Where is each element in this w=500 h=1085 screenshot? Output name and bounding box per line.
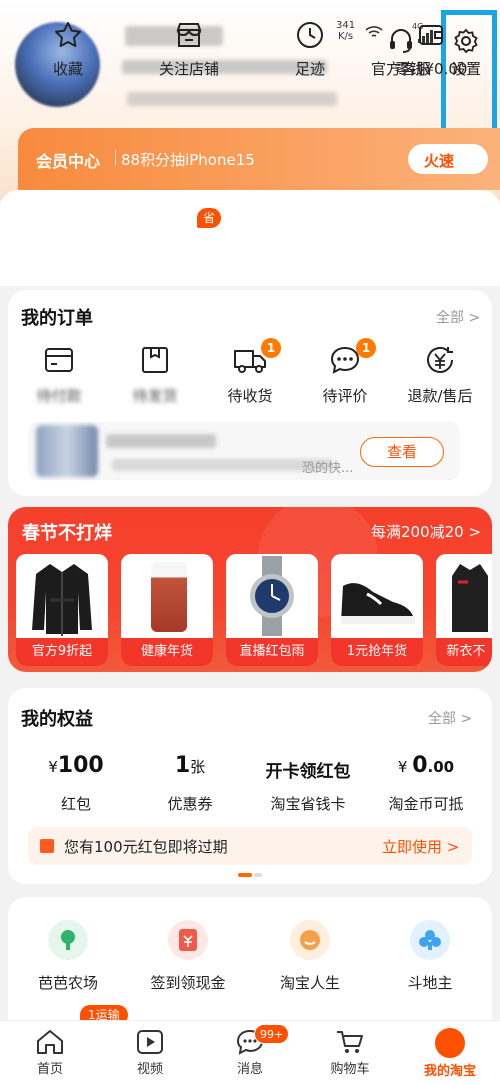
benefit-coupon[interactable]: 1张 优惠券	[130, 753, 250, 814]
comment-icon	[300, 345, 390, 375]
wallet-button[interactable]: 零钱¥0.00	[376, 20, 486, 79]
tab-cart[interactable]: 购物车	[310, 1028, 390, 1077]
receipt-count-badge: 1	[261, 338, 281, 358]
life-icon	[290, 920, 330, 960]
followed-shops-button[interactable]: 关注店铺	[134, 20, 244, 79]
truck-icon	[205, 345, 295, 375]
watch-image	[250, 556, 294, 636]
star-icon	[13, 20, 123, 50]
game-sign-in-cash[interactable]: 签到领现金	[128, 920, 248, 993]
my-taobao-icon	[435, 1028, 465, 1058]
message-count-badge: 99+	[254, 1024, 290, 1044]
favorites-button[interactable]: 收藏	[13, 20, 123, 79]
jacket-image	[452, 564, 488, 632]
refund-icon	[395, 345, 485, 375]
orders-title: 我的订单	[21, 308, 93, 329]
page-indicator-active	[238, 873, 252, 877]
wallet-icon	[376, 20, 486, 50]
product-card-health[interactable]: 健康年货	[121, 554, 213, 666]
footprint-button[interactable]: 足迹	[255, 20, 365, 79]
clock-icon	[255, 20, 365, 50]
order-pending-shipment[interactable]: 待发货	[110, 345, 200, 406]
stats-blurred	[127, 92, 337, 106]
home-icon	[10, 1028, 90, 1056]
spring-promo-link[interactable]: 每满200减20 >	[371, 521, 481, 542]
product-card-clothing[interactable]: 新衣不	[436, 554, 492, 666]
expiry-notice[interactable]: 您有100元红包即将过期 立即使用 >	[28, 827, 472, 865]
order-pending-receipt[interactable]: 待收货	[205, 345, 295, 406]
cart-icon	[310, 1028, 390, 1056]
box-icon	[110, 345, 200, 375]
view-tracking-button[interactable]: 查看	[360, 437, 444, 467]
orders-all-link[interactable]: 全部 >	[436, 307, 480, 327]
tracking-text: 恐的快...	[302, 461, 354, 476]
page-indicator	[254, 873, 262, 877]
product-card-sneaker[interactable]: 1元抢年货	[331, 554, 423, 666]
tab-video[interactable]: 视频	[110, 1028, 190, 1077]
club-icon	[410, 920, 450, 960]
benefit-red-packet[interactable]: ¥100 红包	[16, 753, 136, 814]
shop-badge: 省	[197, 208, 221, 228]
review-count-badge: 1	[356, 338, 376, 358]
benefit-gold-coin[interactable]: ¥ 0.00 淘金币可抵	[366, 753, 486, 814]
game-baba-farm[interactable]: 芭芭农场	[8, 920, 128, 993]
sneaker-image	[341, 583, 415, 624]
order-refund[interactable]: 退款/售后	[395, 345, 485, 406]
video-icon	[110, 1028, 190, 1056]
vip-action-button[interactable]: 火速	[408, 144, 488, 174]
benefits-all-link[interactable]: 全部 >	[428, 708, 472, 728]
order-pending-payment[interactable]: 待付款	[14, 345, 104, 406]
vip-subtitle: 88积分抽iPhone15	[121, 151, 255, 169]
tracking-status-blurred	[106, 434, 216, 448]
cash-icon	[168, 920, 208, 960]
spring-festival-section: 春节不打烊 每满200减20 > 官方9折起 健康年货 直播红包雨 1元抢年货 …	[8, 507, 492, 672]
benefit-saving-card[interactable]: 开卡领红包 淘宝省钱卡	[248, 753, 368, 814]
card-icon	[14, 345, 104, 375]
red-packet-icon	[40, 839, 54, 853]
vip-title: 会员中心	[36, 152, 101, 171]
order-pending-review[interactable]: 待评价	[300, 345, 390, 406]
vip-center-banner[interactable]: 会员中心 88积分抽iPhone15 火速	[18, 128, 500, 190]
health-product-image	[151, 562, 187, 632]
coat-image	[32, 564, 92, 636]
product-card-watch[interactable]: 直播红包雨	[226, 554, 318, 666]
use-now-link[interactable]: 立即使用 >	[382, 836, 459, 857]
spring-title: 春节不打烊	[22, 523, 112, 544]
tab-my-taobao[interactable]: 我的淘宝	[410, 1028, 490, 1079]
tracking-address-blurred	[112, 459, 332, 471]
shop-icon	[134, 20, 244, 50]
farm-icon	[48, 920, 88, 960]
tab-home[interactable]: 首页	[10, 1028, 90, 1077]
benefits-title: 我的权益	[21, 709, 93, 730]
game-landlord[interactable]: 斗地主	[370, 920, 490, 993]
product-card-coat[interactable]: 官方9折起	[16, 554, 108, 666]
game-taobao-life[interactable]: 淘宝人生	[250, 920, 370, 993]
divider	[115, 150, 116, 166]
quick-access-bar	[0, 190, 500, 286]
tracking-product-image	[36, 425, 98, 477]
